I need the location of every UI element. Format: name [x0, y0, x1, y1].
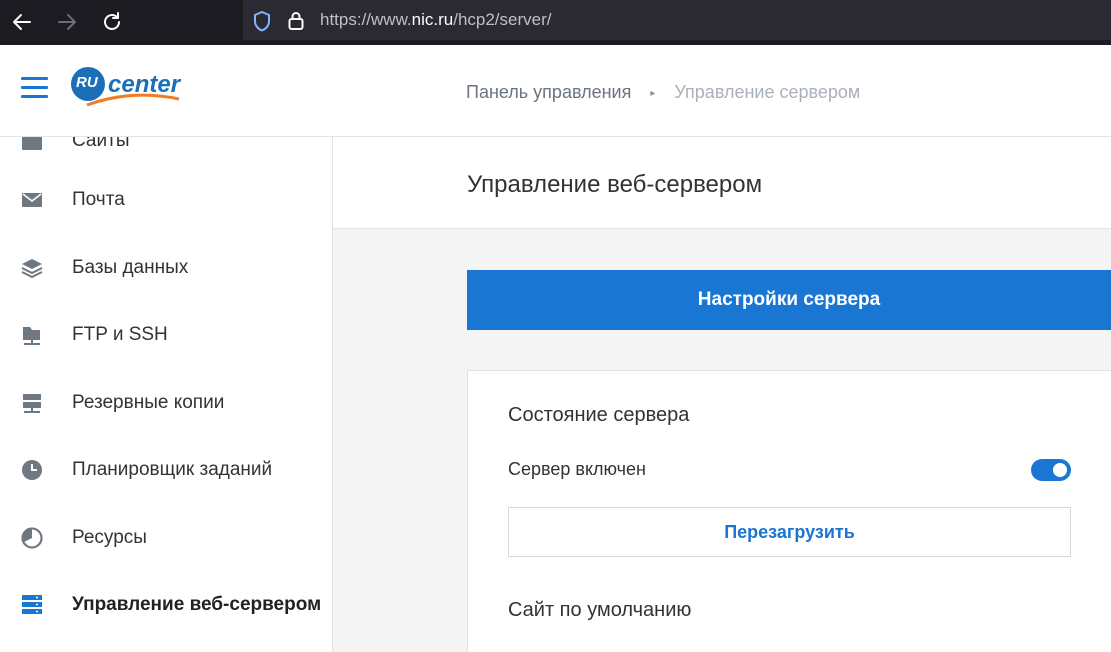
sidebar-item-mail[interactable]: Почта [0, 176, 332, 224]
backup-icon [23, 394, 41, 413]
url-prefix: https://www. [320, 10, 412, 29]
server-settings-button[interactable]: Настройки сервера [467, 270, 1111, 330]
url-host: nic.ru [411, 10, 454, 29]
server-enabled-toggle[interactable] [1031, 459, 1071, 481]
rucenter-logo[interactable]: RU center [71, 65, 183, 115]
sidebar-item-resources[interactable]: Ресурсы [0, 514, 332, 562]
shield-icon[interactable] [252, 10, 272, 32]
main-content: Управление веб-сервером Настройки сервер… [333, 137, 1111, 652]
forward-button[interactable] [50, 5, 84, 39]
sidebar-item-label: FTP и SSH [72, 324, 168, 345]
restart-server-button[interactable]: Перезагрузить [508, 507, 1071, 557]
mail-icon [22, 193, 42, 207]
url-path: /hcp2/server/ [453, 10, 552, 29]
server-status-panel: Состояние сервера Сервер включен Перезаг… [467, 370, 1111, 652]
database-icon [21, 259, 43, 279]
sidebar-item-scheduler[interactable]: Планировщик заданий [0, 446, 332, 494]
back-arrow-icon [13, 14, 31, 30]
reload-icon [104, 12, 120, 30]
server-enabled-label: Сервер включен [508, 459, 646, 479]
url-text[interactable]: https://www.nic.ru/hcp2/server/ [320, 10, 551, 30]
sidebar-item-label: Резервные копии [72, 392, 225, 413]
sidebar-item-sites[interactable]: Сайты [0, 137, 332, 165]
back-button[interactable] [5, 5, 39, 39]
sidebar-item-label: Планировщик заданий [72, 459, 273, 480]
page-title: Управление веб-сервером [467, 171, 763, 198]
sidebar-item-backups[interactable]: Резервные копии [0, 379, 332, 427]
menu-icon[interactable] [21, 77, 48, 99]
logo-badge: RU [76, 74, 98, 91]
default-site-title: Сайт по умолчанию [508, 599, 692, 621]
forward-arrow-icon [58, 14, 76, 30]
toggle-knob [1053, 463, 1067, 477]
sidebar-item-databases[interactable]: Базы данных [0, 244, 332, 292]
sidebar-item-label: Сайты [72, 137, 130, 151]
sidebar: Сайты Почта Базы данных FTP и SSH Резерв… [0, 137, 333, 652]
server-icon [22, 595, 42, 614]
reload-page-button[interactable] [95, 5, 129, 39]
sidebar-item-label: Управление веб-сервером [72, 594, 322, 615]
chevron-right-icon: ▸ [650, 88, 656, 99]
sidebar-item-label: Ресурсы [72, 527, 147, 548]
clock-icon [22, 460, 42, 480]
breadcrumb: Панель управления ▸ Управление сервером [466, 82, 860, 103]
server-status-title: Состояние сервера [508, 404, 690, 426]
sidebar-item-label: Почта [72, 189, 125, 210]
browser-toolbar: https://www.nic.ru/hcp2/server/ [0, 0, 1111, 45]
sidebar-item-label: Базы данных [72, 257, 189, 278]
folder-icon [23, 327, 40, 345]
breadcrumb-server-management: Управление сервером [674, 82, 861, 102]
page-header: Управление веб-сервером [333, 137, 1111, 229]
sidebar-item-web-server[interactable]: Управление веб-сервером [0, 581, 332, 629]
resources-icon [21, 527, 43, 549]
breadcrumb-control-panel[interactable]: Панель управления [466, 82, 631, 102]
site-header: RU center Панель управления ▸ Управление… [0, 45, 1111, 137]
sidebar-item-ftp-ssh[interactable]: FTP и SSH [0, 311, 332, 359]
lock-icon[interactable] [287, 10, 305, 32]
sites-icon [22, 137, 42, 150]
logo-text: center [108, 71, 181, 98]
address-bar[interactable]: https://www.nic.ru/hcp2/server/ [243, 0, 1111, 40]
